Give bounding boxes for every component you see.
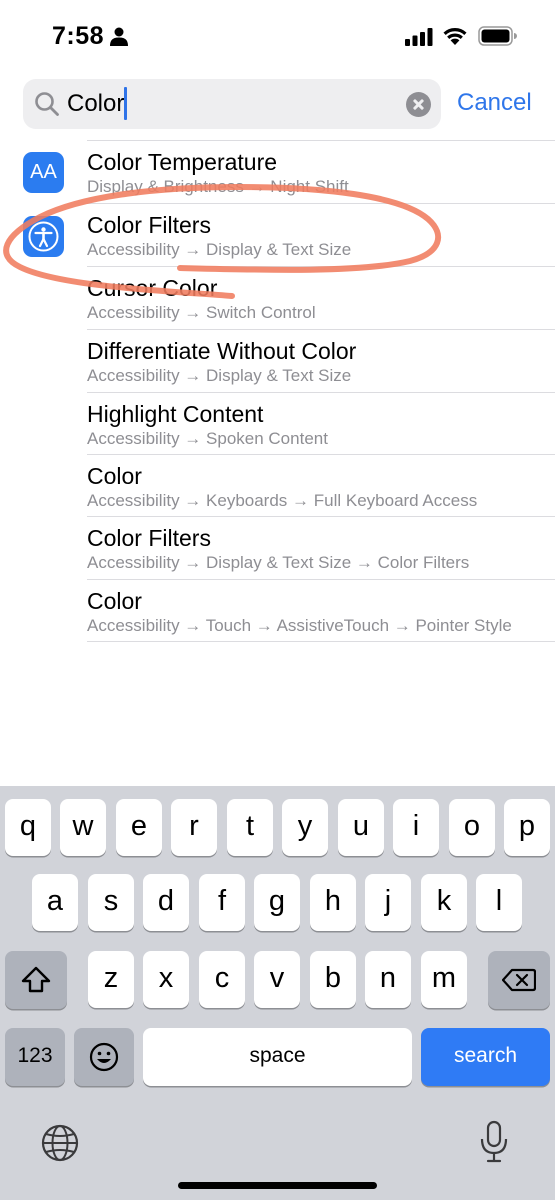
result-title: Highlight Content — [87, 401, 264, 427]
text-cursor — [124, 87, 127, 120]
key-v[interactable]: v — [254, 951, 300, 1008]
result-row[interactable]: Differentiate Without Color Accessibilit… — [0, 329, 555, 392]
result-subtitle: Accessibility → Display & Text Size → Co… — [87, 553, 470, 572]
result-subtitle: Accessibility → Touch → AssistiveTouch →… — [87, 616, 512, 635]
key-c[interactable]: c — [199, 951, 245, 1008]
result-subtitle: Accessibility → Spoken Content — [87, 429, 328, 448]
key-q[interactable]: q — [5, 799, 51, 856]
delete-key[interactable] — [488, 951, 550, 1009]
person-icon — [110, 27, 128, 46]
microphone-icon[interactable] — [479, 1120, 509, 1164]
status-bar: 7:58 — [0, 0, 555, 72]
search-input[interactable]: Color — [23, 79, 441, 129]
key-i[interactable]: i — [393, 799, 439, 856]
list-bottom-divider — [87, 641, 555, 642]
key-h[interactable]: h — [310, 874, 356, 931]
cellular-signal-icon — [405, 28, 433, 46]
globe-icon[interactable] — [40, 1123, 80, 1163]
keyboard: q w e r t y u i o p a s d f g h j k l z … — [0, 786, 555, 1200]
key-b[interactable]: b — [310, 951, 356, 1008]
shift-arrow-icon — [21, 966, 51, 993]
key-f[interactable]: f — [199, 874, 245, 931]
result-subtitle: Accessibility → Keyboards → Full Keyboar… — [87, 491, 478, 510]
status-time: 7:58 — [52, 22, 105, 50]
row-divider — [87, 140, 555, 141]
row-divider — [87, 392, 555, 393]
result-row[interactable]: Color Accessibility → Touch → AssistiveT… — [0, 579, 555, 642]
key-s[interactable]: s — [88, 874, 134, 931]
row-divider — [87, 454, 555, 455]
key-z[interactable]: z — [88, 951, 134, 1008]
shift-key[interactable] — [5, 951, 67, 1009]
row-divider — [87, 579, 555, 580]
home-indicator — [178, 1182, 377, 1189]
magnifying-glass-icon — [35, 92, 59, 116]
cancel-button[interactable]: Cancel — [457, 89, 532, 117]
key-a[interactable]: a — [32, 874, 78, 931]
key-k[interactable]: k — [421, 874, 467, 931]
key-o[interactable]: o — [449, 799, 495, 856]
result-row[interactable]: Highlight Content Accessibility → Spoken… — [0, 392, 555, 455]
row-divider — [87, 329, 555, 330]
hand-drawn-circle-annotation — [3, 183, 441, 299]
result-row[interactable]: Color Filters Accessibility → Display & … — [0, 516, 555, 579]
result-subtitle: Accessibility → Switch Control — [87, 303, 316, 322]
key-n[interactable]: n — [365, 951, 411, 1008]
result-title: Color — [87, 588, 142, 614]
delete-backspace-icon — [502, 968, 536, 992]
result-row[interactable]: Color Accessibility → Keyboards → Full K… — [0, 454, 555, 517]
key-x[interactable]: x — [143, 951, 189, 1008]
row-divider — [87, 516, 555, 517]
key-p[interactable]: p — [504, 799, 550, 856]
result-title: Color Filters — [87, 525, 211, 551]
key-j[interactable]: j — [365, 874, 411, 931]
result-title: Color — [87, 463, 142, 489]
key-w[interactable]: w — [60, 799, 106, 856]
battery-icon — [478, 26, 517, 46]
numbers-key[interactable]: 123 — [5, 1028, 65, 1086]
key-t[interactable]: t — [227, 799, 273, 856]
key-l[interactable]: l — [476, 874, 522, 931]
key-m[interactable]: m — [421, 951, 467, 1008]
clear-x-icon[interactable] — [406, 92, 431, 117]
space-key[interactable]: space — [143, 1028, 412, 1086]
key-e[interactable]: e — [116, 799, 162, 856]
key-y[interactable]: y — [282, 799, 328, 856]
key-r[interactable]: r — [171, 799, 217, 856]
key-u[interactable]: u — [338, 799, 384, 856]
key-g[interactable]: g — [254, 874, 300, 931]
search-key[interactable]: search — [421, 1028, 550, 1086]
result-title: Differentiate Without Color — [87, 338, 357, 364]
wifi-icon — [443, 28, 467, 45]
search-query-text: Color — [67, 90, 125, 117]
emoji-smiley-icon — [89, 1042, 119, 1072]
result-title: Color Temperature — [87, 149, 278, 175]
result-subtitle: Accessibility → Display & Text Size — [87, 366, 352, 385]
emoji-key[interactable] — [74, 1028, 134, 1086]
key-d[interactable]: d — [143, 874, 189, 931]
